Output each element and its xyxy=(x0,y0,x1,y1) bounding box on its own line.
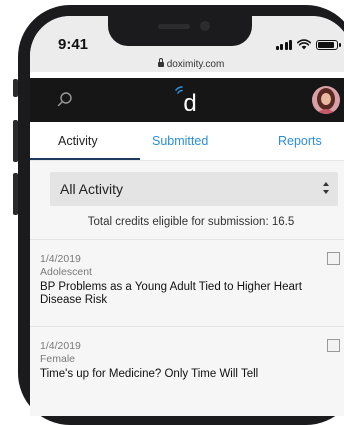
logo-letter: d xyxy=(183,90,196,116)
phone-screen: 9:41 doximity.com d Activity Submitted R… xyxy=(30,16,344,416)
select-arrows-icon xyxy=(323,182,329,194)
item-checkbox[interactable] xyxy=(327,252,340,265)
cellular-signal-icon xyxy=(275,39,292,50)
item-title: BP Problems as a Young Adult Tied to Hig… xyxy=(40,281,302,306)
credits-summary: Total credits eligible for submission: 1… xyxy=(87,216,295,228)
search-icon[interactable] xyxy=(56,91,74,109)
phone-frame: 9:41 doximity.com d Activity Submitted R… xyxy=(13,5,344,425)
item-checkbox[interactable] xyxy=(327,339,340,352)
notch xyxy=(108,16,252,46)
tab-reports[interactable]: Reports xyxy=(278,122,322,160)
tab-bar: Activity Submitted Reports xyxy=(30,122,344,161)
item-title: Time's up for Medicine? Only Time Will T… xyxy=(40,368,259,380)
url-bar[interactable]: doximity.com xyxy=(30,57,344,70)
wifi-icon xyxy=(297,39,311,50)
item-category: Female xyxy=(40,353,76,365)
tab-activity[interactable]: Activity xyxy=(58,122,98,160)
status-time: 9:41 xyxy=(58,36,89,53)
app-header: d xyxy=(30,78,344,122)
volume-up-button xyxy=(13,120,18,162)
lock-icon xyxy=(157,57,164,67)
doximity-logo-icon[interactable]: d xyxy=(170,86,206,116)
mute-switch xyxy=(13,79,18,97)
activity-filter-select[interactable]: All Activity xyxy=(50,172,338,206)
status-bar: 9:41 doximity.com xyxy=(30,16,344,72)
speaker xyxy=(158,24,190,29)
front-camera xyxy=(200,21,210,31)
item-date: 1/4/2019 xyxy=(40,340,81,352)
activity-filter-value: All Activity xyxy=(60,181,124,197)
tab-submitted[interactable]: Submitted xyxy=(152,122,208,160)
activity-content: All Activity Total credits eligible for … xyxy=(30,161,344,416)
avatar[interactable] xyxy=(312,86,340,114)
list-item[interactable]: 1/4/2019 Adolescent BP Problems as a You… xyxy=(30,239,344,326)
profile-photo-icon xyxy=(312,86,340,114)
active-tab-indicator xyxy=(30,158,140,160)
battery-icon xyxy=(316,40,341,50)
url-text: doximity.com xyxy=(166,59,225,70)
item-category: Adolescent xyxy=(40,266,92,278)
status-icons xyxy=(275,38,341,50)
volume-down-button xyxy=(13,173,18,215)
item-date: 1/4/2019 xyxy=(40,253,81,265)
list-item[interactable]: 1/4/2019 Female Time's up for Medicine? … xyxy=(30,326,344,416)
